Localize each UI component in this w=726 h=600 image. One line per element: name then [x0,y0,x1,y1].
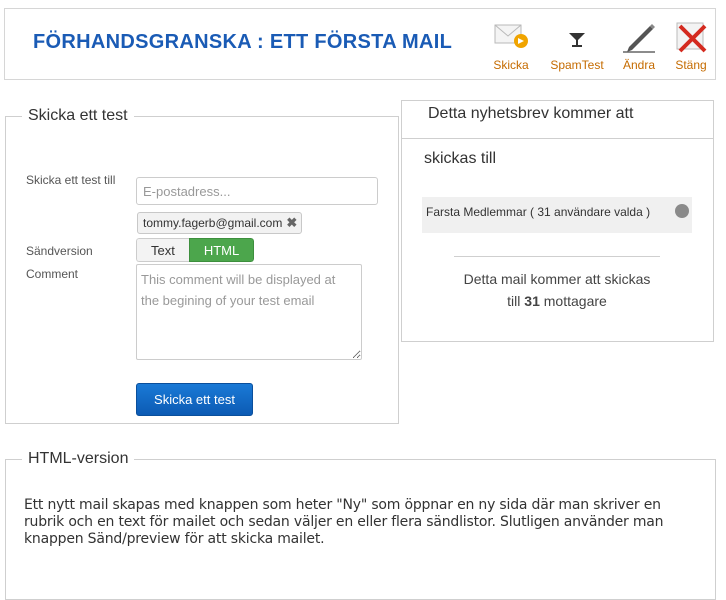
newsletter-title-line2: skickas till [424,150,497,167]
html-version-body: Ett nytt mail skapas med knappen som het… [24,497,664,547]
edit-button[interactable]: Ändra [611,13,667,75]
version-text-option[interactable]: Text [136,238,189,262]
summary-to: till [507,293,521,309]
close-button[interactable]: Stäng [663,13,719,75]
send-test-panel: Skicka ett test Skicka ett test till tom… [5,107,399,424]
close-icon [676,22,707,53]
preview-header: FÖRHANDSGRANSKA : ETT FÖRSTA MAIL Skicka… [4,8,716,80]
html-version-legend: HTML-version [28,450,129,467]
send-test-to-label: Skicka ett test till [26,173,116,187]
send-button[interactable]: Skicka [483,13,539,75]
recipient-summary: Detta mail kommer att skickas till 31 mo… [422,268,692,312]
summary-suffix: mottagare [543,293,607,309]
send-test-button[interactable]: Skicka ett test [136,383,253,416]
page-title: FÖRHANDSGRANSKA : ETT FÖRSTA MAIL [33,31,453,53]
recipient-count: 31 [524,293,540,309]
comment-field[interactable] [136,264,362,360]
send-label: Skicka [493,58,529,72]
status-dot-icon [675,204,689,218]
list-item-label: Farsta Medlemmar ( 31 användare valda ) [426,205,651,219]
recipient-chip: tommy.fagerb@gmail.com ✖ [137,212,303,234]
newsletter-title-bar [402,128,713,139]
send-mail-icon [494,24,528,48]
list-item[interactable]: Farsta Medlemmar ( 31 användare valda ) [422,197,692,233]
version-html-option[interactable]: HTML [188,238,255,262]
comment-label: Comment [26,267,79,281]
edit-label: Ändra [622,58,656,72]
email-input[interactable] [136,177,378,205]
spamtest-label: SpamTest [550,58,604,72]
newsletter-title: Detta nyhetsbrev kommer att [424,105,638,123]
spamtest-button[interactable]: SpamTest [543,13,611,75]
remove-recipient-icon[interactable]: ✖ [286,213,297,233]
pencil-icon [623,24,655,53]
summary-line1: Detta mail kommer att skickas [463,271,651,287]
send-version-toggle: Text HTML [136,238,255,262]
send-version-label: Sändversion [26,244,93,258]
recipient-email: tommy.fagerb@gmail.com [143,216,283,230]
send-test-legend: Skicka ett test [28,107,128,124]
funnel-icon [569,33,585,47]
divider [454,256,660,257]
close-label: Stäng [675,58,707,72]
